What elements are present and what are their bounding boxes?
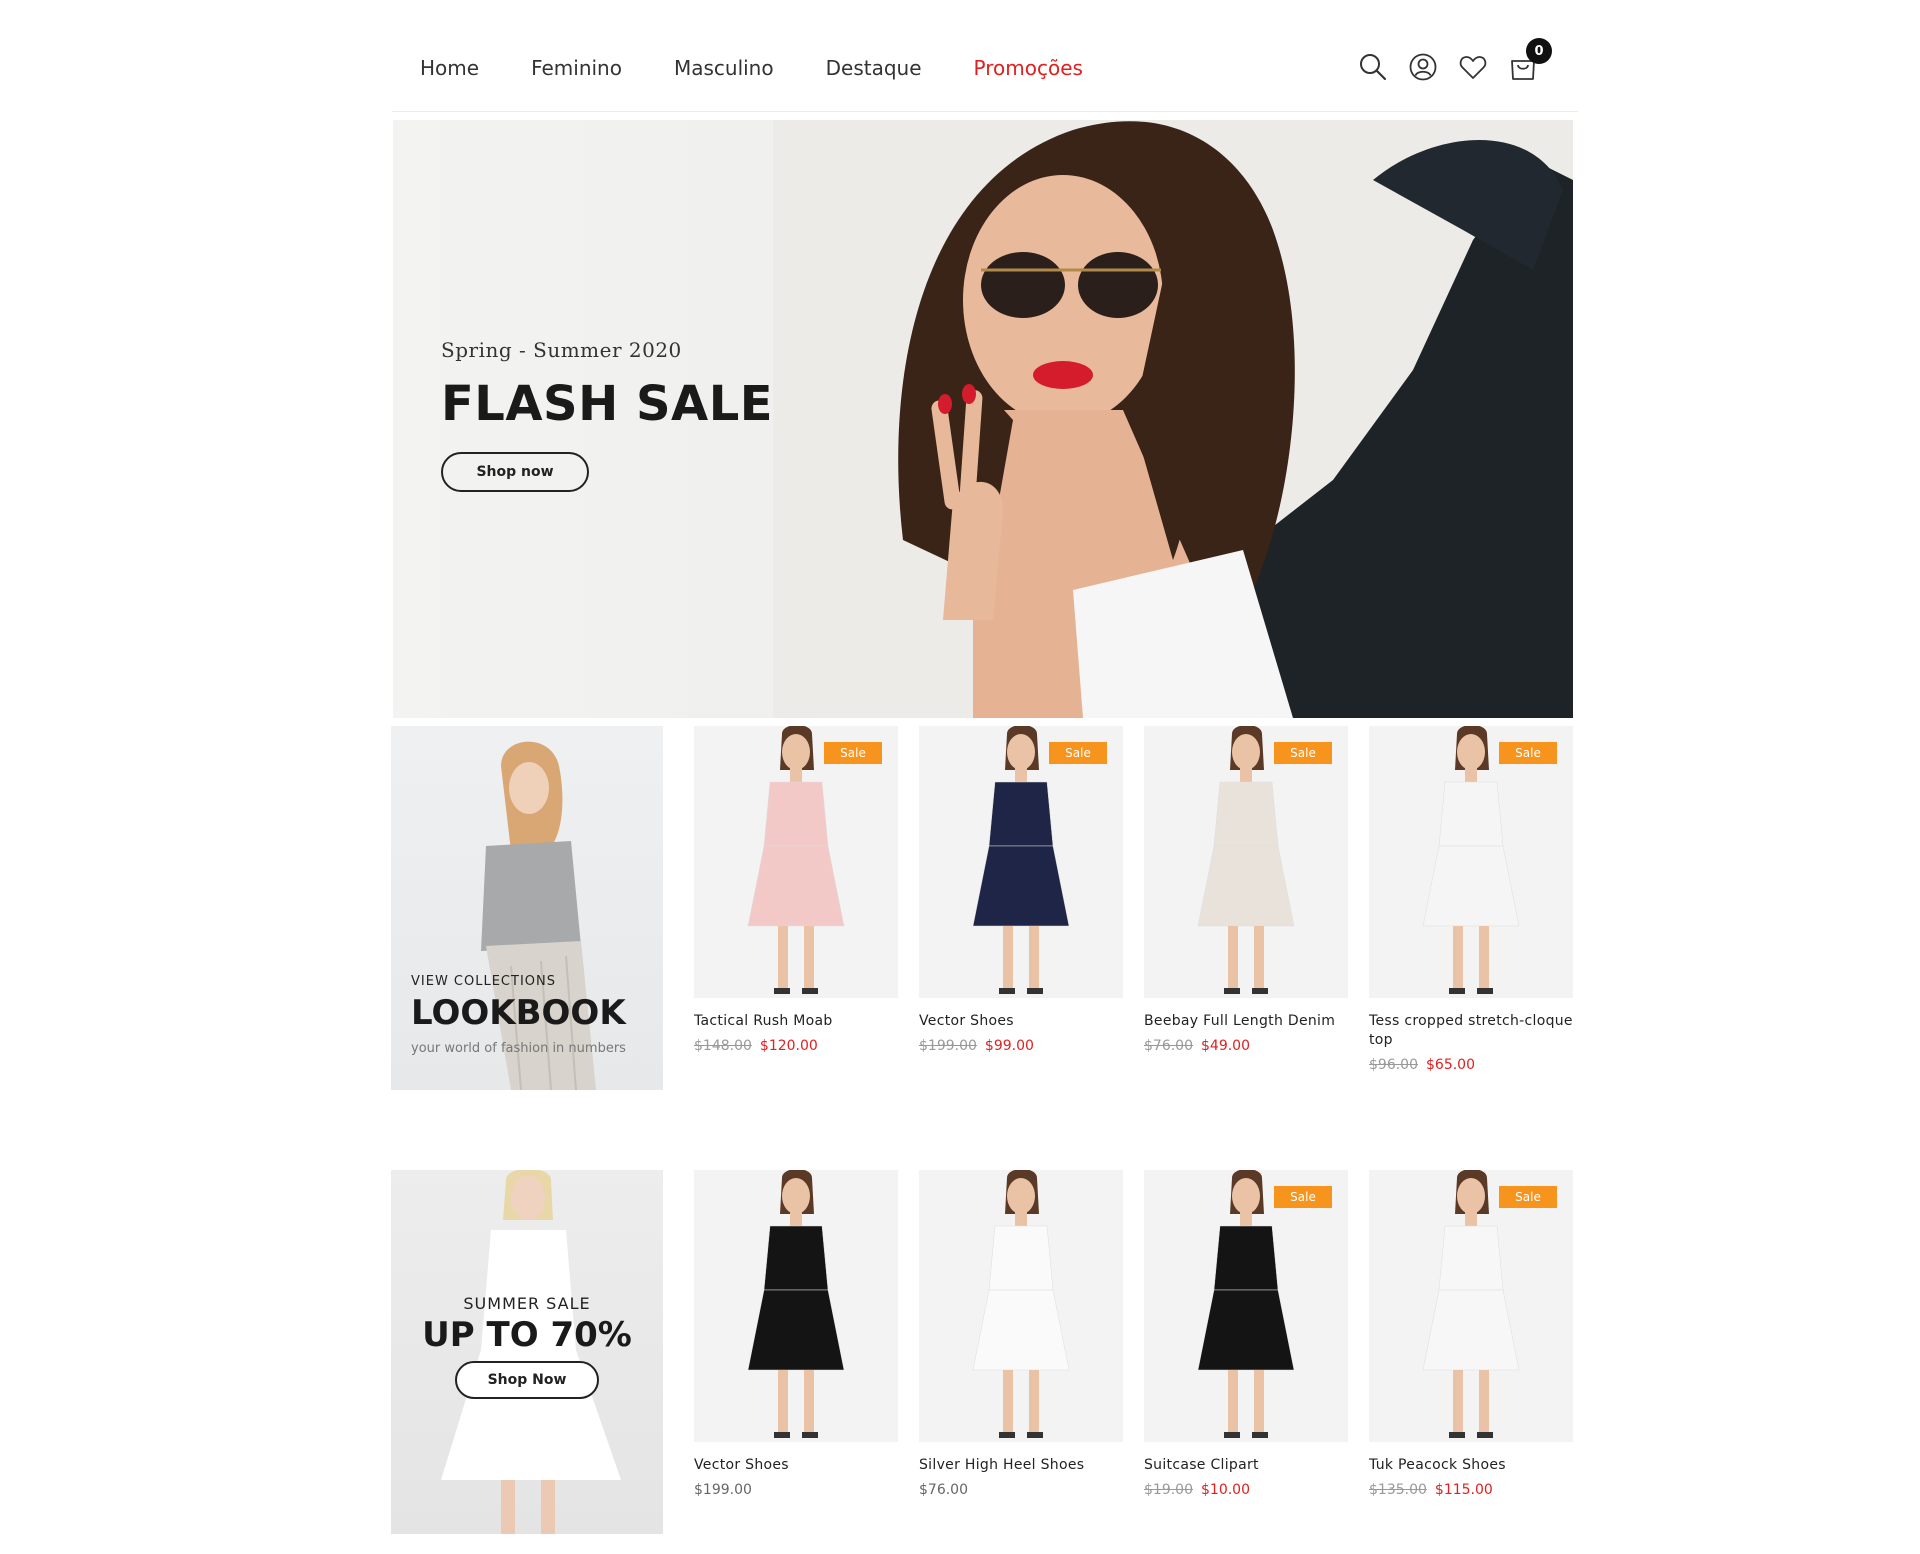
product-price: $199.00 $99.00 xyxy=(919,1038,1123,1054)
hero-text-block: Spring - Summer 2020 FLASH SALE Shop now xyxy=(441,338,773,492)
header-icons: 0 xyxy=(1358,38,1552,82)
product-sale-price: $65.00 xyxy=(1426,1057,1475,1073)
account-icon[interactable] xyxy=(1408,52,1438,82)
product-image[interactable]: Sale xyxy=(1369,1170,1573,1442)
product-price: $199.00 xyxy=(694,1482,898,1498)
nav-masculino[interactable]: Masculino xyxy=(674,56,774,80)
nav-promocoes[interactable]: Promoções xyxy=(974,56,1083,80)
summer-shop-now-button[interactable]: Shop Now xyxy=(455,1361,599,1399)
product-name[interactable]: Vector Shoes xyxy=(919,1012,1123,1031)
product-price: $76.00 xyxy=(919,1482,1123,1498)
site-header: Home Feminino Masculino Destaque Promoçõ… xyxy=(392,30,1578,112)
product-sale-price: $99.00 xyxy=(984,1038,1034,1054)
sale-badge: Sale xyxy=(1499,742,1557,764)
product-sale-price: $115.00 xyxy=(1434,1482,1493,1498)
product-name[interactable]: Silver High Heel Shoes xyxy=(919,1456,1123,1475)
product-old-price: $135.00 xyxy=(1369,1482,1427,1498)
hero-model-image xyxy=(773,120,1573,718)
product-image[interactable]: Sale xyxy=(1144,726,1348,998)
heart-icon[interactable] xyxy=(1458,52,1488,82)
product-old-price: $148.00 xyxy=(694,1038,752,1054)
lookbook-eyebrow: VIEW COLLECTIONS xyxy=(411,974,556,989)
product-sale-price: $49.00 xyxy=(1201,1038,1250,1054)
product-card[interactable]: Sale Tess cropped stretch-cloque top $96.0… xyxy=(1369,726,1573,1073)
hero-shop-now-button[interactable]: Shop now xyxy=(441,452,589,492)
nav-destaque[interactable]: Destaque xyxy=(826,56,922,80)
product-card[interactable]: Vector Shoes $199.00 xyxy=(694,1170,898,1498)
lookbook-banner[interactable]: VIEW COLLECTIONS LOOKBOOK your world of … xyxy=(391,726,663,1090)
product-sale-price: $10.00 xyxy=(1201,1482,1250,1498)
lookbook-title: LOOKBOOK xyxy=(411,993,626,1033)
product-regular-price: $76.00 xyxy=(919,1482,968,1498)
summer-sale-eyebrow: SUMMER SALE xyxy=(463,1294,591,1313)
sale-badge: Sale xyxy=(824,742,882,764)
product-name[interactable]: Tess cropped stretch-cloque top xyxy=(1369,1012,1573,1050)
product-card[interactable]: Sale Beebay Full Length Denim $76.00 $49.00 xyxy=(1144,726,1348,1054)
product-price: $135.00 $115.00 xyxy=(1369,1482,1573,1498)
summer-sale-banner[interactable]: SUMMER SALE UP TO 70% Shop Now xyxy=(391,1170,663,1534)
product-name[interactable]: Tuk Peacock Shoes xyxy=(1369,1456,1573,1475)
hero-banner: Spring - Summer 2020 FLASH SALE Shop now xyxy=(393,120,1573,718)
product-image[interactable] xyxy=(919,1170,1123,1442)
sale-badge: Sale xyxy=(1049,742,1107,764)
product-price: $148.00 $120.00 xyxy=(694,1038,898,1054)
product-name[interactable]: Vector Shoes xyxy=(694,1456,898,1475)
nav-feminino[interactable]: Feminino xyxy=(531,56,622,80)
hero-title: FLASH SALE xyxy=(441,376,774,432)
search-icon[interactable] xyxy=(1358,52,1388,82)
product-old-price: $76.00 xyxy=(1144,1038,1193,1054)
product-price: $76.00 $49.00 xyxy=(1144,1038,1348,1054)
cart-count-badge: 0 xyxy=(1526,38,1552,64)
product-image[interactable]: Sale xyxy=(919,726,1123,998)
product-image[interactable]: Sale xyxy=(694,726,898,998)
sale-badge: Sale xyxy=(1274,1186,1332,1208)
product-regular-price: $199.00 xyxy=(694,1482,752,1498)
product-old-price: $199.00 xyxy=(919,1038,977,1054)
main-nav: Home Feminino Masculino Destaque Promoçõ… xyxy=(420,56,1135,80)
cart-icon[interactable]: 0 xyxy=(1508,38,1552,82)
lookbook-text: VIEW COLLECTIONS LOOKBOOK your world of … xyxy=(411,974,626,1056)
product-card[interactable]: Sale Vector Shoes $199.00 $99.00 xyxy=(919,726,1123,1054)
product-old-price: $96.00 xyxy=(1369,1057,1418,1073)
product-name[interactable]: Beebay Full Length Denim xyxy=(1144,1012,1348,1031)
product-card[interactable]: Sale Tactical Rush Moab $148.00 $120.00 xyxy=(694,726,898,1054)
hero-subtitle: Spring - Summer 2020 xyxy=(441,338,682,362)
product-price: $19.00 $10.00 xyxy=(1144,1482,1348,1498)
sale-badge: Sale xyxy=(1499,1186,1557,1208)
product-card[interactable]: Sale Suitcase Clipart $19.00 $10.00 xyxy=(1144,1170,1348,1498)
sale-badge: Sale xyxy=(1274,742,1332,764)
summer-sale-title: UP TO 70% xyxy=(422,1315,632,1355)
product-sale-price: $120.00 xyxy=(759,1038,818,1054)
product-image[interactable]: Sale xyxy=(1369,726,1573,998)
lookbook-tagline: your world of fashion in numbers xyxy=(411,1041,626,1056)
product-old-price: $19.00 xyxy=(1144,1482,1193,1498)
product-card[interactable]: Silver High Heel Shoes $76.00 xyxy=(919,1170,1123,1498)
product-card[interactable]: Sale Tuk Peacock Shoes $135.00 $115.00 xyxy=(1369,1170,1573,1498)
summer-sale-text: SUMMER SALE UP TO 70% Shop Now xyxy=(391,1294,663,1399)
product-name[interactable]: Suitcase Clipart xyxy=(1144,1456,1348,1475)
nav-home[interactable]: Home xyxy=(420,56,479,80)
product-name[interactable]: Tactical Rush Moab xyxy=(694,1012,898,1031)
product-price: $96.00 $65.00 xyxy=(1369,1057,1573,1073)
product-image[interactable]: Sale xyxy=(1144,1170,1348,1442)
product-image[interactable] xyxy=(694,1170,898,1442)
